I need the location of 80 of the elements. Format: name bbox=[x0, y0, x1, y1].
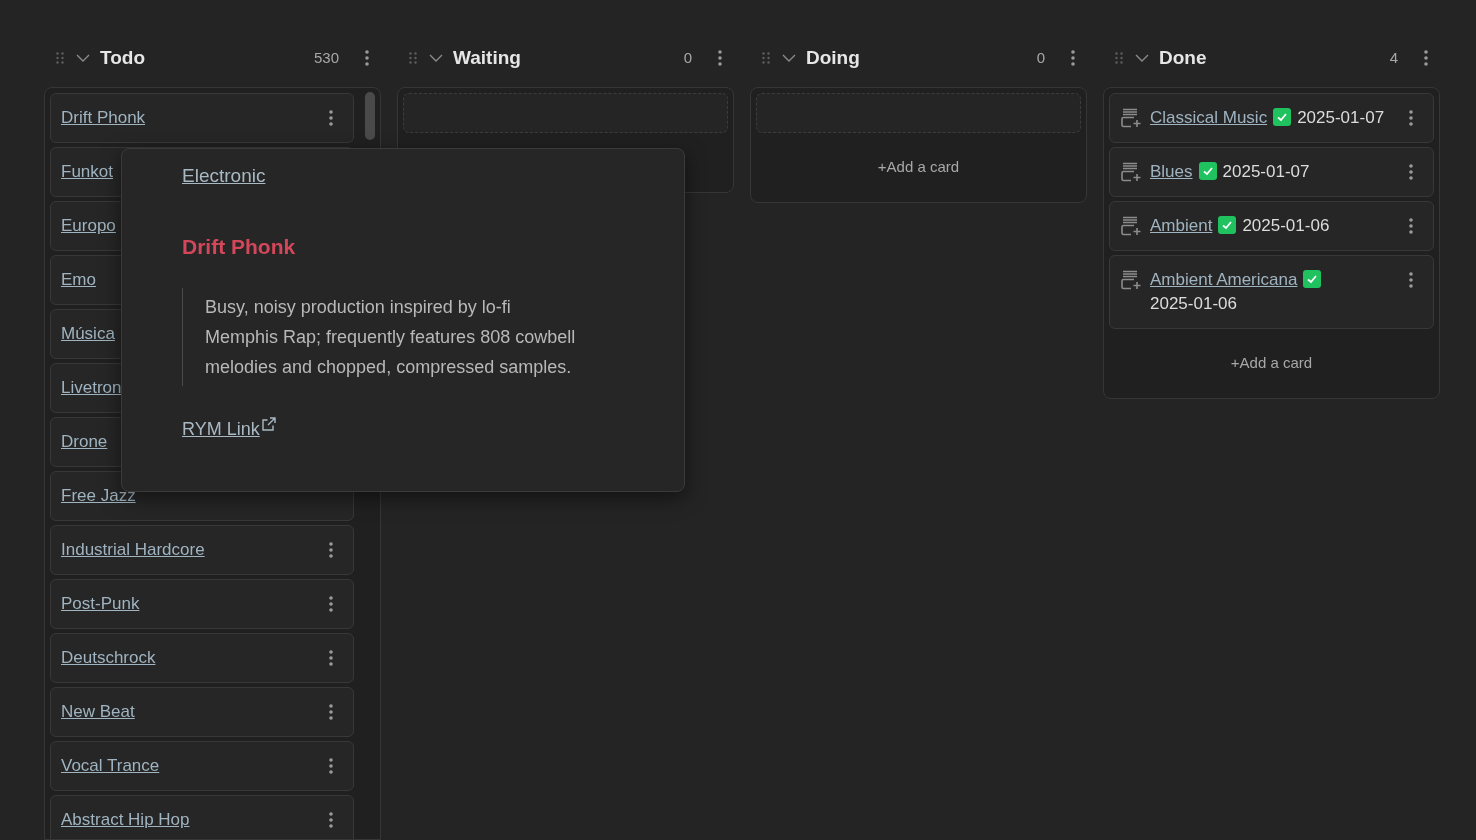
lane-title: Waiting bbox=[453, 45, 521, 70]
card-link[interactable]: Drift Phonk bbox=[61, 108, 146, 127]
card-menu-icon[interactable] bbox=[329, 812, 333, 828]
add-card-button[interactable]: +Add a card bbox=[756, 137, 1081, 197]
card-link[interactable]: Livetron bbox=[61, 378, 122, 397]
card-count: 0 bbox=[1036, 47, 1045, 68]
card-link[interactable]: Deutschrock bbox=[61, 648, 156, 667]
card-menu-icon[interactable] bbox=[1409, 272, 1413, 288]
card-stack-plus-icon bbox=[1120, 108, 1142, 128]
card-menu-icon[interactable] bbox=[329, 596, 333, 612]
card-link[interactable]: Vocal Trance bbox=[61, 756, 160, 775]
lane-menu-icon[interactable] bbox=[1424, 50, 1428, 66]
card-link[interactable]: Ambient bbox=[1150, 216, 1213, 235]
card-link[interactable]: Drone bbox=[61, 432, 108, 451]
card-link[interactable]: Blues bbox=[1150, 162, 1193, 181]
card-date: 2025-01-06 bbox=[1150, 293, 1237, 315]
card-link[interactable]: Abstract Hip Hop bbox=[61, 810, 190, 829]
card-stack-plus-icon bbox=[1120, 270, 1142, 290]
checkbox[interactable] bbox=[1273, 108, 1292, 126]
card-link[interactable]: Ambient Americana bbox=[1150, 270, 1298, 289]
chevron-down-icon[interactable] bbox=[429, 54, 443, 62]
card-menu-icon[interactable] bbox=[1409, 164, 1413, 180]
drag-handle-icon[interactable] bbox=[762, 52, 770, 64]
lane-title: Todo bbox=[100, 45, 145, 70]
card-link[interactable]: Classical Music bbox=[1150, 108, 1268, 127]
card-menu-icon[interactable] bbox=[329, 704, 333, 720]
lane-menu-icon[interactable] bbox=[365, 50, 369, 66]
scrollbar-thumb[interactable] bbox=[365, 92, 375, 140]
card[interactable]: New Beat bbox=[50, 687, 354, 737]
external-link[interactable]: RYM Link bbox=[182, 416, 260, 443]
card[interactable]: Ambient 2025-01-06 bbox=[1109, 201, 1434, 251]
card-count: 0 bbox=[683, 47, 692, 68]
card-menu-icon[interactable] bbox=[1409, 218, 1413, 234]
checkbox[interactable] bbox=[1303, 270, 1322, 288]
card-link[interactable]: Europo bbox=[61, 216, 116, 235]
popover-heading: Drift Phonk bbox=[182, 233, 297, 260]
card-stack-plus-icon bbox=[1120, 162, 1142, 182]
card-stack-plus-icon bbox=[1120, 216, 1142, 236]
chevron-down-icon[interactable] bbox=[782, 54, 796, 62]
card-count: 530 bbox=[313, 47, 339, 68]
card-menu-icon[interactable] bbox=[329, 758, 333, 774]
card[interactable]: Drift Phonk bbox=[50, 93, 354, 143]
drag-handle-icon[interactable] bbox=[56, 52, 64, 64]
drag-handle-icon[interactable] bbox=[409, 52, 417, 64]
lane-menu-icon[interactable] bbox=[718, 50, 722, 66]
card[interactable]: Post-Punk bbox=[50, 579, 354, 629]
external-link-icon bbox=[261, 417, 276, 431]
drag-handle-icon[interactable] bbox=[1115, 52, 1123, 64]
lane-menu-icon[interactable] bbox=[1071, 50, 1075, 66]
card-link[interactable]: Emo bbox=[61, 270, 96, 289]
card[interactable]: Classical Music 2025-01-07 bbox=[1109, 93, 1434, 143]
lane-title: Doing bbox=[806, 45, 860, 70]
card[interactable]: Blues 2025-01-07 bbox=[1109, 147, 1434, 197]
card-menu-icon[interactable] bbox=[1409, 110, 1413, 126]
card[interactable]: Deutschrock bbox=[50, 633, 354, 683]
lane-title: Done bbox=[1159, 45, 1207, 70]
card-menu-icon[interactable] bbox=[329, 110, 333, 126]
card-count: 4 bbox=[1389, 47, 1398, 68]
card-date: 2025-01-07 bbox=[1297, 107, 1385, 129]
card-menu-icon[interactable] bbox=[329, 542, 333, 558]
card[interactable]: Industrial Hardcore bbox=[50, 525, 354, 575]
card-link[interactable]: Post-Punk bbox=[61, 594, 140, 613]
chevron-down-icon[interactable] bbox=[76, 54, 90, 62]
card[interactable]: Abstract Hip Hop bbox=[50, 795, 354, 839]
chevron-down-icon[interactable] bbox=[1135, 54, 1149, 62]
card-link[interactable]: Free Jazz bbox=[61, 486, 136, 505]
card-date: 2025-01-06 bbox=[1242, 215, 1330, 237]
checkbox[interactable] bbox=[1198, 162, 1217, 180]
card-link[interactable]: Funkot bbox=[61, 162, 113, 181]
card-date: 2025-01-07 bbox=[1222, 161, 1310, 183]
card-menu-icon[interactable] bbox=[329, 650, 333, 666]
card-link[interactable]: Música bbox=[61, 324, 115, 343]
checkbox[interactable] bbox=[1218, 216, 1237, 234]
description-text: Busy, noisy production inspired by lo-fi Memphis Rap; frequently features 808 cowbell melodies and chopped, compressed samples. bbox=[205, 296, 577, 379]
card-link[interactable]: Industrial Hardcore bbox=[61, 540, 205, 559]
tag-link[interactable]: Electronic bbox=[182, 162, 266, 191]
card[interactable]: Ambient Americana 2025-01-06 bbox=[1109, 255, 1434, 329]
card[interactable]: Vocal Trance bbox=[50, 741, 354, 791]
add-card-button[interactable]: +Add a card bbox=[1109, 333, 1434, 393]
card-link[interactable]: New Beat bbox=[61, 702, 135, 721]
